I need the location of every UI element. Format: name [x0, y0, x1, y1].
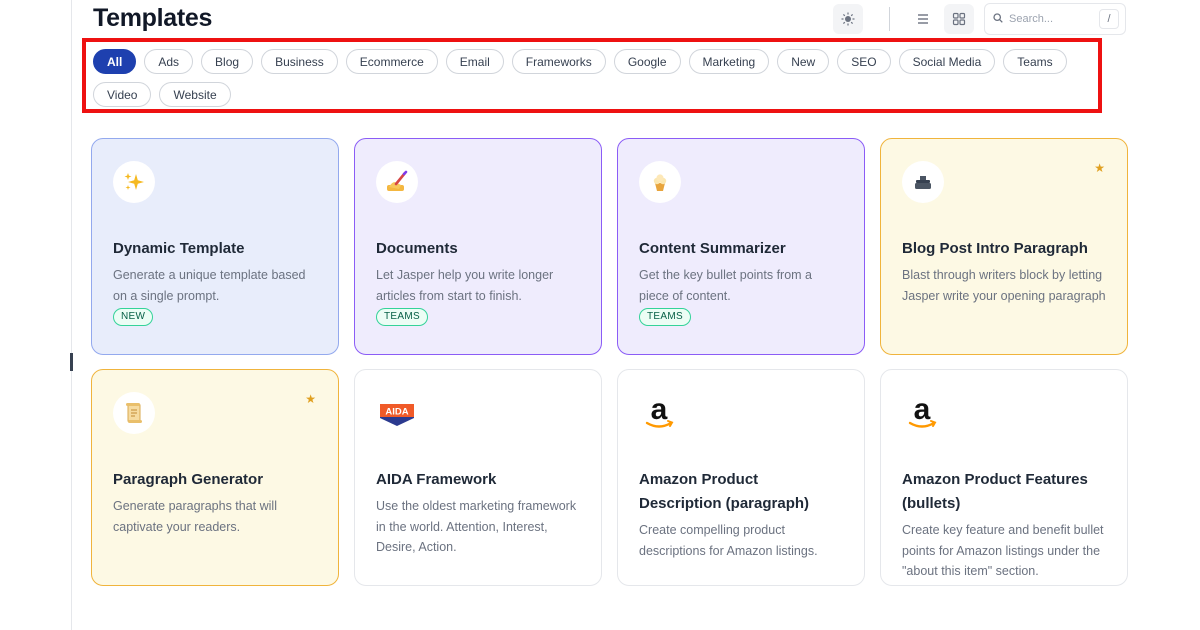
- card-description: Generate paragraphs that will captivate …: [113, 499, 277, 534]
- amazon-logo-icon: a: [908, 393, 937, 428]
- filter-chip-frameworks[interactable]: Frameworks: [511, 49, 606, 74]
- star-icon[interactable]: ★: [305, 392, 316, 406]
- filter-chip-video[interactable]: Video: [93, 82, 152, 107]
- search-shortcut-key: /: [1099, 9, 1119, 29]
- card-description: Get the key bullet points from a piece o…: [639, 268, 813, 303]
- template-card-amazon-product-description[interactable]: a Amazon Product Description (paragraph)…: [617, 369, 865, 586]
- aida-logo-text: AIDA: [385, 407, 408, 418]
- card-title: Amazon Product Features (bullets): [902, 471, 1088, 512]
- icon-wrapper: [639, 161, 681, 203]
- filter-chip-email[interactable]: Email: [445, 49, 504, 74]
- icon-wrapper: a: [902, 392, 944, 434]
- template-card-paragraph-generator[interactable]: ★ Paragraph Generator Generate paragraph…: [91, 369, 339, 586]
- filter-chip-all[interactable]: All: [93, 49, 137, 74]
- search-icon: [993, 12, 1003, 26]
- card-title: Content Summarizer: [639, 240, 786, 257]
- card-title: AIDA Framework: [376, 471, 497, 488]
- sparkles-icon: [124, 173, 144, 190]
- svg-text:a: a: [651, 393, 668, 426]
- toolbar: /: [833, 3, 1126, 35]
- template-card-documents[interactable]: Documents Let Jasper help you write long…: [354, 138, 602, 355]
- scroll-icon: [126, 403, 142, 423]
- sun-icon: [841, 12, 855, 26]
- card-title: Documents: [376, 240, 458, 257]
- star-icon[interactable]: ★: [1094, 161, 1105, 175]
- teams-badge: TEAMS: [376, 308, 428, 326]
- theme-toggle-button[interactable]: [833, 4, 863, 34]
- list-view-button[interactable]: [908, 4, 938, 34]
- search-input[interactable]: [1009, 13, 1089, 25]
- card-title: Dynamic Template: [113, 240, 245, 257]
- icon-wrapper: [902, 161, 944, 203]
- template-card-amazon-product-features[interactable]: a Amazon Product Features (bullets) Crea…: [880, 369, 1128, 586]
- new-badge: NEW: [113, 308, 154, 326]
- icon-wrapper: AIDA: [376, 392, 418, 434]
- filter-chip-blog[interactable]: Blog: [201, 49, 254, 74]
- card-description: Blast through writers block by letting J…: [902, 268, 1106, 303]
- filter-chip-social-media[interactable]: Social Media: [898, 49, 996, 74]
- filter-chip-ads[interactable]: Ads: [144, 49, 194, 74]
- filter-chip-google[interactable]: Google: [613, 49, 681, 74]
- card-description: Use the oldest marketing framework in th…: [376, 499, 577, 554]
- card-title: Paragraph Generator: [113, 471, 264, 488]
- template-card-aida-framework[interactable]: AIDA AIDA Framework Use the oldest marke…: [354, 369, 602, 586]
- template-card-content-summarizer[interactable]: Content Summarizer Get the key bullet po…: [617, 138, 865, 355]
- writing-hand-icon: [387, 170, 408, 191]
- card-description: Create compelling product descriptions f…: [639, 523, 818, 558]
- grid-icon: [952, 12, 966, 26]
- left-divider: [71, 0, 72, 630]
- resize-handle[interactable]: [70, 353, 73, 371]
- template-card-blog-post-intro-paragraph[interactable]: ★ Blog Post Intro Paragraph Blast throug…: [880, 138, 1128, 355]
- page-title: Templates: [93, 4, 213, 32]
- icon-wrapper: [376, 161, 418, 203]
- filter-chip-website[interactable]: Website: [159, 82, 231, 107]
- cupcake-icon: [653, 174, 667, 191]
- typewriter-icon: [915, 176, 931, 189]
- teams-badge: TEAMS: [639, 308, 691, 326]
- card-description: Let Jasper help you write longer article…: [376, 268, 554, 303]
- amazon-logo-icon: a: [645, 393, 674, 428]
- icon-wrapper: [113, 161, 155, 203]
- toolbar-divider: [889, 7, 890, 31]
- filter-chip-seo[interactable]: SEO: [837, 49, 891, 74]
- search-box[interactable]: /: [984, 3, 1126, 35]
- filter-chip-ecommerce[interactable]: Ecommerce: [345, 49, 438, 74]
- svg-text:a: a: [914, 393, 931, 426]
- template-card-dynamic-template[interactable]: Dynamic Template Generate a unique templ…: [91, 138, 339, 355]
- filter-chip-new[interactable]: New: [777, 49, 830, 74]
- icon-wrapper: [113, 392, 155, 434]
- card-title: Blog Post Intro Paragraph: [902, 240, 1088, 257]
- filter-chips: All Ads Blog Business Ecommerce Email Fr…: [93, 49, 1093, 107]
- aida-logo-icon: AIDA: [380, 404, 414, 426]
- filter-chip-marketing[interactable]: Marketing: [688, 49, 770, 74]
- grid-view-button[interactable]: [944, 4, 974, 34]
- filter-chip-business[interactable]: Business: [261, 49, 338, 74]
- card-description: Generate a unique template based on a si…: [113, 268, 306, 303]
- card-title: Amazon Product Description (paragraph): [639, 471, 810, 512]
- card-description: Create key feature and benefit bullet po…: [902, 523, 1104, 578]
- filter-chip-teams[interactable]: Teams: [1003, 49, 1067, 74]
- icon-wrapper: a: [639, 392, 681, 434]
- list-icon: [918, 14, 928, 24]
- template-grid: Dynamic Template Generate a unique templ…: [91, 138, 1128, 586]
